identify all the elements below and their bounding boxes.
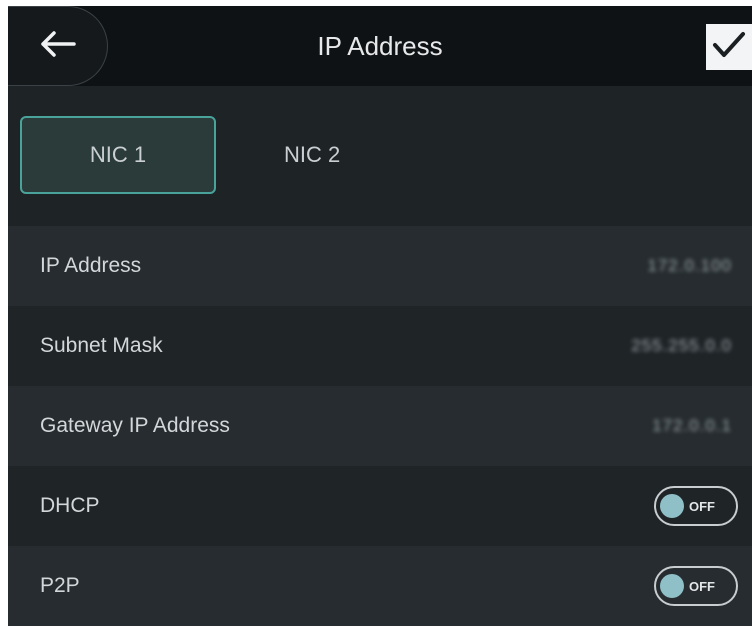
toggle-knob	[660, 494, 684, 518]
gateway-label: Gateway IP Address	[40, 414, 230, 437]
tab-nic-1[interactable]: NIC 1	[20, 116, 216, 194]
dhcp-row: DHCP OFF	[8, 466, 752, 546]
toggle-knob	[660, 574, 684, 598]
header-bar: IP Address	[8, 6, 752, 86]
back-button[interactable]	[8, 6, 108, 86]
ip-address-value: 172.0.100	[647, 256, 732, 275]
toggle-state-text: OFF	[689, 498, 715, 514]
ip-address-label: IP Address	[40, 254, 142, 277]
tab-nic-2[interactable]: NIC 2	[234, 116, 394, 194]
gateway-row[interactable]: Gateway IP Address 172.0.0.1	[8, 386, 752, 466]
subnet-mask-row[interactable]: Subnet Mask 255.255.0.0	[8, 306, 752, 386]
arrow-left-icon	[40, 30, 76, 63]
ip-address-row[interactable]: IP Address 172.0.100	[8, 226, 752, 306]
toggle-state-text: OFF	[689, 578, 715, 594]
dhcp-toggle[interactable]: OFF	[654, 486, 738, 526]
p2p-toggle[interactable]: OFF	[654, 566, 738, 606]
nic-tabs: NIC 1 NIC 2	[8, 86, 752, 226]
confirm-button[interactable]	[706, 24, 752, 70]
p2p-label: P2P	[40, 574, 80, 597]
page-title: IP Address	[317, 31, 443, 61]
ip-address-screen: IP Address NIC 1 NIC 2 IP Address 172.0.…	[8, 6, 752, 626]
dhcp-label: DHCP	[40, 494, 100, 517]
gateway-value: 172.0.0.1	[652, 416, 732, 435]
settings-list: IP Address 172.0.100 Subnet Mask 255.255…	[8, 226, 752, 626]
p2p-row: P2P OFF	[8, 546, 752, 626]
subnet-mask-label: Subnet Mask	[40, 334, 163, 357]
subnet-mask-value: 255.255.0.0	[631, 336, 732, 355]
check-icon	[711, 30, 747, 65]
